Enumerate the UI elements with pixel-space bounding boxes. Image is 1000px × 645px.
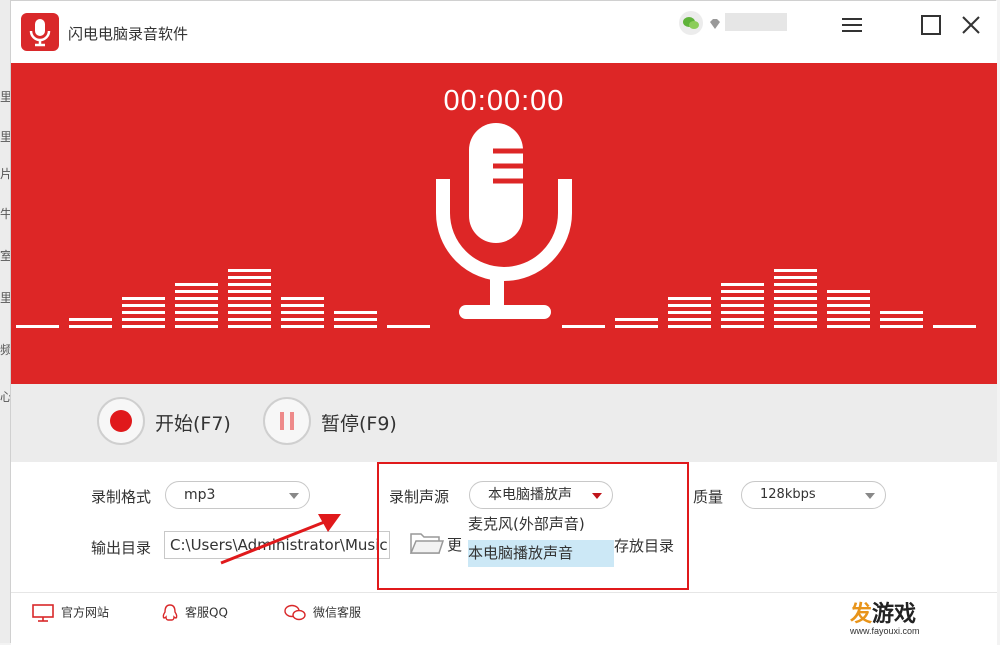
title-bar[interactable]: 闪电电脑录音软件 <box>11 1 997 63</box>
chevron-down-icon <box>865 493 875 499</box>
app-window: 闪电电脑录音软件 00:00:00 开始(F7) 暂停(F9) 录制格式 mp3… <box>10 0 997 645</box>
website-label: 官方网站 <box>61 605 110 620</box>
qq-link[interactable]: 客服QQ <box>161 603 228 623</box>
annotation-arrow <box>220 514 341 565</box>
wechat-icon[interactable] <box>679 11 703 35</box>
format-select[interactable]: mp3 <box>165 481 310 509</box>
username-blurred <box>725 13 787 31</box>
equalizer-bar <box>69 318 112 328</box>
equalizer-bar <box>334 311 377 328</box>
record-icon <box>97 397 145 445</box>
qq-label: 客服QQ <box>185 605 228 620</box>
wechat-service-link[interactable]: 微信客服 <box>283 603 361 623</box>
app-title: 闪电电脑录音软件 <box>68 25 189 43</box>
wechat-service-icon <box>284 604 306 621</box>
watermark-url: www.fayouxi.com <box>850 626 920 636</box>
start-label: 开始(F7) <box>155 413 231 435</box>
dropdown-option-system[interactable]: 本电脑播放声音 <box>468 540 614 567</box>
equalizer-bar <box>16 325 59 328</box>
quality-select[interactable]: 128kbps <box>741 481 886 509</box>
control-bar: 开始(F7) 暂停(F9) <box>11 384 997 462</box>
watermark-title-b: 游戏 <box>872 602 917 627</box>
quality-label: 质量 <box>693 488 724 506</box>
close-icon[interactable] <box>957 11 985 39</box>
equalizer-bar <box>721 283 764 328</box>
recording-visualizer: 00:00:00 <box>11 63 997 384</box>
format-label: 录制格式 <box>91 488 152 506</box>
equalizer-bar <box>281 297 324 328</box>
equalizer-bar <box>175 283 218 328</box>
pause-button[interactable]: 暂停(F9) <box>263 397 413 449</box>
vip-diamond-icon <box>709 15 721 34</box>
equalizer-bar <box>668 297 711 328</box>
equalizer-bar <box>387 325 430 328</box>
maximize-icon[interactable] <box>917 11 945 39</box>
website-link[interactable]: 官方网站 <box>31 603 109 623</box>
qq-icon <box>162 604 178 621</box>
equalizer-bar <box>774 269 817 328</box>
app-mic-logo <box>21 13 59 51</box>
source-dropdown-list: 麦克风(外部声音) 本电脑播放声音 <box>468 511 614 571</box>
equalizer-bar <box>122 297 165 328</box>
pause-icon <box>263 397 311 445</box>
settings-panel: 录制格式 mp3 录制声源 本电脑播放声 质量 128kbps 输出目录 C:\… <box>11 462 997 592</box>
chevron-down-icon <box>289 493 299 499</box>
watermark-title-a: 发 <box>850 602 873 627</box>
equalizer-bar <box>615 318 658 328</box>
recording-timer: 00:00:00 <box>443 85 565 117</box>
pause-label: 暂停(F9) <box>321 413 397 435</box>
microphone-icon <box>436 123 572 319</box>
site-watermark: 发游戏 www.fayouxi.com <box>850 596 920 636</box>
format-value: mp3 <box>184 487 216 503</box>
menu-icon[interactable] <box>838 11 866 39</box>
quality-value: 128kbps <box>760 487 816 502</box>
equalizer-bar <box>562 325 605 328</box>
output-label: 输出目录 <box>91 539 152 557</box>
dropdown-option-mic[interactable]: 麦克风(外部声音) <box>468 511 614 538</box>
equalizer-bar <box>228 269 271 328</box>
start-button[interactable]: 开始(F7) <box>97 397 247 449</box>
monitor-icon <box>32 604 54 622</box>
equalizer-bar <box>933 325 976 328</box>
wechat-service-label: 微信客服 <box>313 605 362 620</box>
equalizer-bar <box>827 290 870 328</box>
equalizer-bar <box>880 311 923 328</box>
